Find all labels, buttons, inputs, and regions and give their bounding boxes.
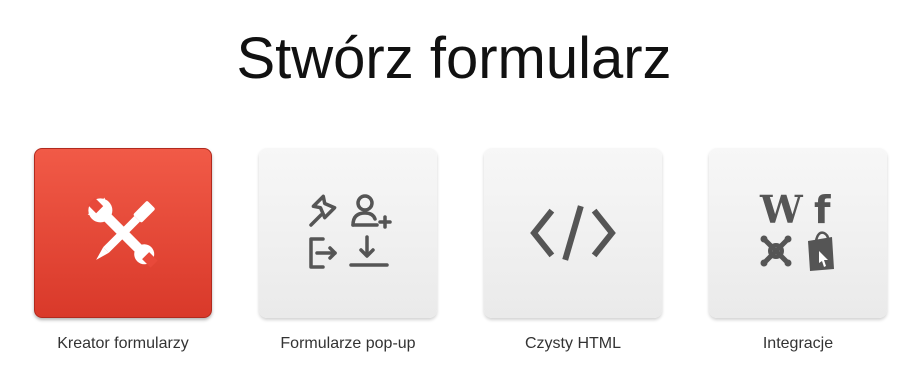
option-plain-html-tile[interactable] [484,148,662,318]
download-line-icon [349,235,389,267]
option-popup-forms[interactable]: Formularze pop-up [259,148,437,354]
wordpress-icon: W [759,191,804,232]
add-user-icon [351,194,392,229]
option-integrations[interactable]: W f Integracje [709,148,887,354]
option-form-creator[interactable]: Kreator formularzy [34,148,212,354]
page: Stwórz formularz Kreator formularzy Form… [0,0,922,366]
page-title: Stwórz formularz [236,26,672,91]
facebook-icon: f [814,191,831,232]
option-popup-forms-tile[interactable] [259,148,437,318]
tools-icon [81,191,165,275]
prestashop-bag-icon [808,231,834,271]
option-plain-html[interactable]: Czysty HTML [484,148,662,354]
pushpin-icon [309,194,337,227]
option-integrations-label: Integracje [762,335,834,352]
sign-in-icon [309,237,337,269]
integrations-icons: W f [756,191,840,275]
option-form-creator-label: Kreator formularzy [57,335,189,352]
option-plain-html-label: Czysty HTML [525,335,621,352]
joomla-icon [760,235,792,267]
option-integrations-tile[interactable]: W f [709,148,887,318]
code-icon [528,203,618,263]
option-form-creator-tile[interactable] [34,148,212,318]
form-type-options: Kreator formularzy Formularze pop-up Czy… [0,148,922,358]
popup-form-icons [303,191,393,275]
option-popup-forms-label: Formularze pop-up [280,335,416,352]
